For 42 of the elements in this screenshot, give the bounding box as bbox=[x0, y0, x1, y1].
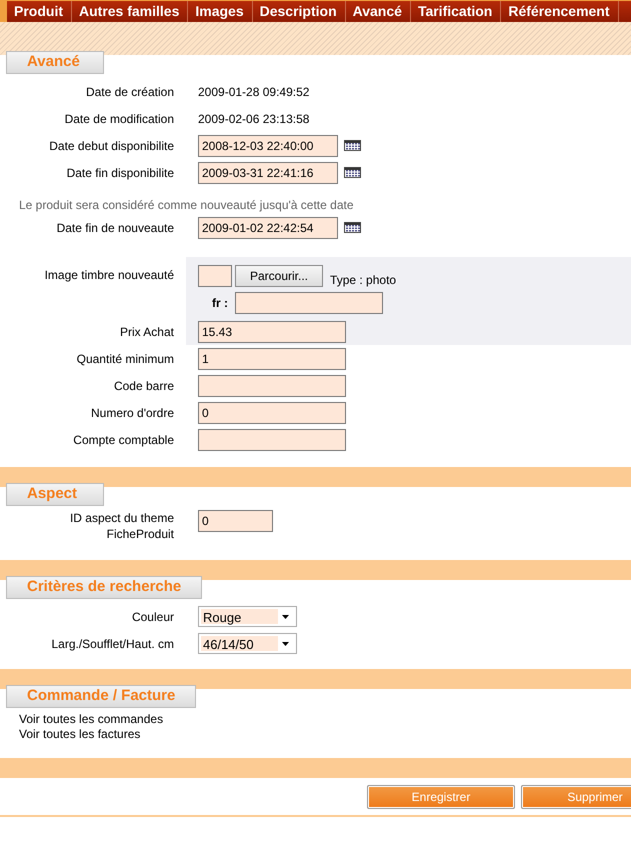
input-field[interactable]: 0 bbox=[198, 402, 346, 424]
browse-button[interactable]: Parcourir... bbox=[235, 265, 324, 287]
field-label: ID aspect du theme FicheProduit bbox=[68, 510, 175, 542]
input-field[interactable]: 1 bbox=[198, 348, 346, 370]
section-header: Avancé bbox=[6, 51, 104, 74]
field-label: Prix Achat bbox=[118, 324, 175, 340]
input-field[interactable]: 15.43 bbox=[198, 320, 346, 342]
field-label: Quantité minimum bbox=[76, 350, 175, 366]
input-field[interactable] bbox=[198, 428, 346, 450]
date-field[interactable]: 2008-12-03 22:40:00 bbox=[198, 134, 338, 156]
calendar-icon[interactable] bbox=[344, 167, 361, 178]
field-label: Date fin disponibilite bbox=[66, 164, 175, 180]
link[interactable]: Voir toutes les commandes bbox=[0, 712, 631, 727]
field-label: Date de création bbox=[84, 84, 175, 100]
dropdown[interactable]: 46/14/50 bbox=[198, 633, 297, 654]
calendar-icon[interactable] bbox=[344, 140, 361, 151]
field-label: Date fin de nouveaute bbox=[56, 220, 175, 236]
field-label: Numero d'ordre bbox=[90, 404, 175, 420]
section-header: Commande / Facture bbox=[6, 685, 196, 708]
date-field[interactable]: 2009-01-02 22:42:54 bbox=[198, 216, 338, 238]
field-label: Larg./Soufflet/Haut. cm bbox=[50, 636, 175, 652]
field-label: Image timbre nouveauté bbox=[44, 267, 175, 283]
field-value: 2009-01-28 09:49:52 bbox=[198, 84, 310, 98]
hint-text: Le produit sera considéré comme nouveauté jusqu'à cette date bbox=[18, 197, 354, 214]
link[interactable]: Voir toutes les factures bbox=[0, 727, 631, 742]
input-field[interactable] bbox=[198, 374, 346, 396]
field-label: Date de modification bbox=[64, 110, 175, 126]
file-path-field[interactable] bbox=[198, 265, 232, 287]
field-label: Code barre bbox=[112, 378, 175, 394]
calendar-icon[interactable] bbox=[344, 222, 361, 233]
type-label: Type : photo bbox=[329, 273, 396, 287]
date-field[interactable]: 2009-03-31 22:41:16 bbox=[198, 162, 338, 184]
field-value: 2009-02-06 23:13:58 bbox=[198, 112, 310, 126]
field-label: Compte comptable bbox=[72, 432, 175, 448]
language-label: fr : bbox=[211, 296, 229, 310]
section-header: Critères de recherche bbox=[6, 576, 202, 599]
field-label: Date debut disponibilite bbox=[48, 138, 175, 154]
input-field[interactable] bbox=[235, 292, 383, 314]
dropdown[interactable]: Rouge bbox=[198, 606, 297, 627]
input-field[interactable]: 0 bbox=[198, 510, 273, 532]
section-header: Aspect bbox=[6, 483, 104, 506]
field-label: Couleur bbox=[130, 608, 175, 624]
